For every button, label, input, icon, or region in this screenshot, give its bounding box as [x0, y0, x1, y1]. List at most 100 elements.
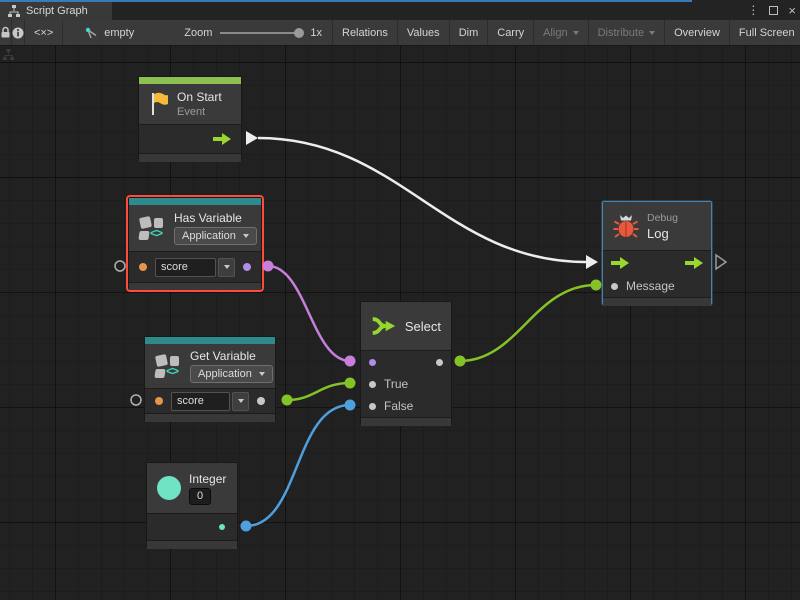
- node-header: Select: [361, 302, 451, 350]
- code-view-button[interactable]: <×>: [25, 20, 63, 45]
- selection-status: empty: [63, 20, 144, 45]
- flag-icon: [149, 91, 169, 117]
- zoom-slider[interactable]: [220, 32, 302, 34]
- true-input-port[interactable]: [369, 381, 376, 388]
- graph-icon-mini: [3, 49, 14, 60]
- node-header: <> Get Variable Application: [145, 344, 275, 388]
- node-title: Get Variable: [190, 349, 273, 363]
- node-on-start[interactable]: On Start Event: [138, 76, 242, 160]
- integer-type-icon: [157, 476, 181, 500]
- zoom-label: Zoom: [184, 27, 212, 39]
- variable-name-dropdown[interactable]: score: [155, 258, 235, 277]
- integer-output-port[interactable]: [219, 524, 225, 530]
- chevron-down-icon: [573, 31, 579, 35]
- toolbar: <×> empty Zoom 1x Relations Values Dim C…: [0, 20, 800, 46]
- port-row: [147, 514, 237, 540]
- chevron-down-icon: [224, 265, 230, 269]
- port-row: True: [361, 373, 451, 395]
- node-header: <> Has Variable Application: [129, 205, 261, 251]
- node-integer[interactable]: Integer 0: [146, 462, 238, 548]
- message-input-port[interactable]: [611, 283, 618, 290]
- flow-output-port[interactable]: [685, 257, 703, 269]
- full-screen-button[interactable]: Full Screen: [730, 20, 800, 45]
- port-row: [603, 251, 711, 275]
- distribute-label: Distribute: [598, 27, 644, 39]
- node-footer: [129, 283, 261, 291]
- chevron-down-icon: [243, 234, 249, 238]
- message-port-label: Message: [626, 279, 675, 293]
- tab-title: Script Graph: [26, 5, 88, 17]
- node-header: Debug Log: [603, 202, 711, 250]
- flow-input-port[interactable]: [611, 257, 629, 269]
- variable-name-value: score: [155, 258, 216, 277]
- variable-dropdown-button[interactable]: [218, 258, 235, 277]
- value-output-port[interactable]: [257, 397, 265, 405]
- port-row: [361, 351, 451, 373]
- integer-value-field[interactable]: 0: [189, 488, 211, 505]
- scope-value: Application: [182, 230, 236, 242]
- chevron-down-icon: [259, 372, 265, 376]
- false-port-label: False: [384, 399, 413, 413]
- node-title: Select: [405, 319, 441, 334]
- node-footer: [147, 541, 237, 549]
- lock-button[interactable]: [0, 20, 12, 45]
- variables-icon: <>: [155, 354, 182, 379]
- variable-name-value: score: [171, 392, 230, 411]
- close-icon[interactable]: ×: [788, 3, 796, 18]
- bug-icon: [613, 213, 639, 239]
- node-has-variable[interactable]: <> Has Variable Application score: [128, 197, 262, 290]
- distribute-button[interactable]: Distribute: [589, 20, 665, 45]
- relations-button[interactable]: Relations: [332, 20, 398, 45]
- flow-output-port[interactable]: [213, 133, 231, 145]
- scope-dropdown[interactable]: Application: [174, 227, 257, 245]
- relations-label: Relations: [342, 27, 388, 39]
- condition-input-port[interactable]: [369, 359, 376, 366]
- scope-dropdown[interactable]: Application: [190, 365, 273, 383]
- node-footer: [603, 298, 711, 306]
- port-row: score: [145, 389, 275, 413]
- event-color-bar: [139, 77, 241, 84]
- name-input-port[interactable]: [155, 397, 163, 405]
- port-row: score: [129, 252, 261, 282]
- tab-bar: Script Graph ⋮ ×: [0, 0, 800, 20]
- node-get-variable[interactable]: <> Get Variable Application score: [144, 336, 276, 421]
- port-row: Message: [603, 275, 711, 297]
- true-port-label: True: [384, 377, 408, 391]
- align-label: Align: [543, 27, 567, 39]
- variable-dropdown-button[interactable]: [232, 392, 249, 411]
- zoom-value: 1x: [310, 27, 322, 39]
- zoom-slider-handle[interactable]: [294, 28, 304, 38]
- select-icon: [371, 314, 397, 338]
- node-debug-log[interactable]: Debug Log Message: [602, 201, 712, 305]
- dim-label: Dim: [459, 27, 479, 39]
- zoom-control: Zoom 1x: [144, 20, 332, 45]
- values-button[interactable]: Values: [398, 20, 450, 45]
- name-input-port[interactable]: [139, 263, 147, 271]
- info-button[interactable]: [12, 20, 25, 45]
- graph-pointer-icon: [85, 27, 98, 39]
- tab-script-graph[interactable]: Script Graph: [0, 2, 112, 20]
- code-icon: <>: [150, 226, 162, 240]
- false-input-port[interactable]: [369, 403, 376, 410]
- unity-script-graph-window: Script Graph ⋮ × <×>: [0, 0, 800, 600]
- node-select[interactable]: Select True False: [360, 301, 452, 425]
- node-header: On Start Event: [139, 84, 241, 124]
- code-brackets-icon: <×>: [34, 27, 53, 39]
- dim-button[interactable]: Dim: [450, 20, 489, 45]
- node-title: Log: [647, 226, 678, 241]
- menu-icon[interactable]: ⋮: [747, 3, 759, 17]
- maximize-icon[interactable]: [769, 6, 778, 15]
- window-controls: ⋮ ×: [747, 0, 796, 20]
- align-button[interactable]: Align: [534, 20, 588, 45]
- node-footer: [361, 418, 451, 426]
- scope-value: Application: [198, 368, 252, 380]
- node-title: On Start: [177, 90, 222, 104]
- node-title: Has Variable: [174, 211, 257, 225]
- variable-name-dropdown[interactable]: score: [171, 392, 249, 411]
- carry-button[interactable]: Carry: [488, 20, 534, 45]
- node-subtitle: Event: [177, 106, 222, 118]
- overview-button[interactable]: Overview: [665, 20, 730, 45]
- bool-output-port[interactable]: [243, 263, 251, 271]
- selection-output-port[interactable]: [436, 359, 443, 366]
- node-header: Integer 0: [147, 463, 237, 513]
